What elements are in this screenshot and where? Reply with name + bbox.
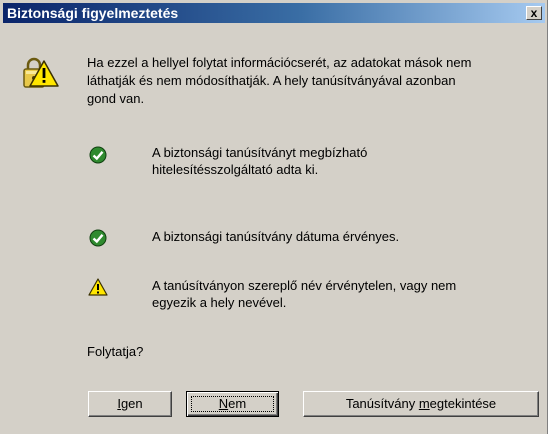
view-cert-label-prefix: Tanúsítvány [345,396,419,411]
warning-icon [88,278,108,296]
check-1-line-2: hitelesítésszolgáltató adta ki. [152,162,319,177]
question-text: Folytatja? [87,344,144,359]
warning-line-2: egyezik a hely nevével. [152,295,287,310]
check-ok-icon [89,229,107,247]
yes-button[interactable]: Igen [88,391,172,417]
warning-line-1: A tanúsítványon szereplő név érvénytelen… [152,278,457,293]
title-bar[interactable]: Biztonsági figyelmeztetés x [3,3,545,23]
message-line-3: gond van. [87,91,145,106]
close-button[interactable]: x [526,6,542,20]
check-1-line-1: A biztonsági tanúsítványt megbízható [152,145,368,160]
no-button[interactable]: Nem [186,391,279,417]
message-line-2: láthatják és nem módosíthatják. A hely t… [87,73,456,88]
view-certificate-button[interactable]: Tanúsítvány megtekintése [303,391,539,417]
close-icon: x [530,6,538,20]
check-2-line-1: A biztonsági tanúsítvány dátuma érvényes… [152,229,400,244]
yes-label-rest: gen [120,396,143,411]
view-cert-access-key: m [418,396,430,411]
message-line-1: Ha ezzel a hellyel folytat információcse… [87,55,472,70]
padlock-warning-icon [23,57,59,88]
no-label-rest: em [228,396,247,411]
security-warning-dialog: Biztonsági figyelmeztetés x Ha ezzel a h… [0,0,548,434]
window-title: Biztonsági figyelmeztetés [7,5,179,21]
view-cert-label-rest: egtekintése [429,396,497,411]
check-ok-icon [89,146,107,164]
no-access-key: N [218,396,229,411]
